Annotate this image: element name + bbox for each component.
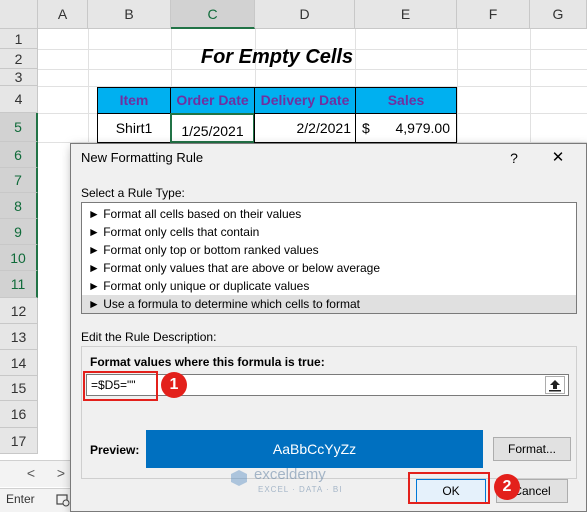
table-header-item[interactable]: Item <box>97 87 171 114</box>
row-header-2[interactable]: 2 <box>0 49 38 69</box>
select-all-corner[interactable] <box>0 0 38 29</box>
select-rule-type-label: Select a Rule Type: <box>81 186 185 200</box>
row-header-4[interactable]: 4 <box>0 86 38 113</box>
column-header-g[interactable]: G <box>530 0 587 29</box>
rule-type-option-selected[interactable]: ► Use a formula to determine which cells… <box>82 295 576 313</box>
rule-type-option[interactable]: ► Format only unique or duplicate values <box>82 277 576 295</box>
column-header-f[interactable]: F <box>457 0 530 29</box>
accessibility-icon[interactable] <box>56 493 70 507</box>
ok-highlight-box <box>408 472 490 504</box>
watermark-brand: exceldemy <box>254 466 326 483</box>
row-header-10[interactable]: 10 <box>0 245 38 271</box>
row-header-11[interactable]: 11 <box>0 271 38 298</box>
status-mode: Enter <box>6 492 35 506</box>
rule-type-list[interactable]: ► Format all cells based on their values… <box>81 202 577 314</box>
row-header-8[interactable]: 8 <box>0 193 38 219</box>
row-header-6[interactable]: 6 <box>0 142 38 168</box>
table-header-sales[interactable]: Sales <box>355 87 457 114</box>
column-header-c[interactable]: C <box>171 0 255 29</box>
format-button[interactable]: Format... <box>493 437 571 461</box>
row-header-9[interactable]: 9 <box>0 219 38 245</box>
rule-type-option[interactable]: ► Format only values that are above or b… <box>82 259 576 277</box>
row-header-16[interactable]: 16 <box>0 401 38 428</box>
row-header-1[interactable]: 1 <box>0 29 38 49</box>
row-header-14[interactable]: 14 <box>0 350 38 376</box>
column-header-e[interactable]: E <box>355 0 457 29</box>
cell-order-date[interactable]: 1/25/2021 <box>170 113 255 143</box>
row-header-5[interactable]: 5 <box>0 113 38 142</box>
table-header-delivery-date[interactable]: Delivery Date <box>254 87 356 114</box>
row-header-3[interactable]: 3 <box>0 69 38 86</box>
row-header-7[interactable]: 7 <box>0 168 38 193</box>
collapse-dialog-button[interactable] <box>545 376 565 394</box>
formula-label: Format values where this formula is true… <box>90 355 325 369</box>
column-header-a[interactable]: A <box>38 0 88 29</box>
rule-type-option[interactable]: ► Format all cells based on their values <box>82 205 576 223</box>
column-header-d[interactable]: D <box>255 0 355 29</box>
currency-symbol: $ <box>362 120 370 136</box>
preview-label: Preview: <box>90 443 140 457</box>
sales-value: 4,979.00 <box>395 120 451 136</box>
column-header-b[interactable]: B <box>88 0 171 29</box>
formula-highlight-box <box>83 371 158 401</box>
row-header-17[interactable]: 17 <box>0 428 38 454</box>
callout-badge-1: 1 <box>161 372 187 398</box>
sheet-nav-prev-button[interactable]: < <box>22 462 40 484</box>
row-header-13[interactable]: 13 <box>0 324 38 350</box>
edit-description-label: Edit the Rule Description: <box>81 330 217 344</box>
close-button[interactable]: ✕ <box>543 147 573 169</box>
sheet-title[interactable]: For Empty Cells <box>171 44 383 70</box>
row-header-15[interactable]: 15 <box>0 376 38 401</box>
cell-delivery-date[interactable]: 2/2/2021 <box>254 113 356 143</box>
row-header-12[interactable]: 12 <box>0 298 38 324</box>
callout-badge-2: 2 <box>494 474 520 500</box>
cell-sales[interactable]: $ 4,979.00 <box>355 113 457 143</box>
watermark: exceldemy EXCEL · DATA · BI <box>230 466 390 498</box>
table-header-order-date[interactable]: Order Date <box>170 87 255 114</box>
rule-description-group: Format values where this formula is true… <box>81 346 577 479</box>
watermark-tagline: EXCEL · DATA · BI <box>258 485 343 494</box>
new-formatting-rule-dialog: New Formatting Rule ? ✕ Select a Rule Ty… <box>70 143 587 512</box>
formula-input[interactable]: =$D5="" <box>86 374 569 396</box>
cell-item[interactable]: Shirt1 <box>97 113 171 143</box>
sheet-nav-next-button[interactable]: > <box>52 462 70 484</box>
help-button[interactable]: ? <box>501 147 527 169</box>
format-preview: AaBbCcYyZz <box>146 430 483 468</box>
rule-type-option[interactable]: ► Format only cells that contain <box>82 223 576 241</box>
watermark-logo-icon <box>230 469 248 487</box>
dialog-title: New Formatting Rule <box>81 150 204 165</box>
rule-type-option[interactable]: ► Format only top or bottom ranked value… <box>82 241 576 259</box>
